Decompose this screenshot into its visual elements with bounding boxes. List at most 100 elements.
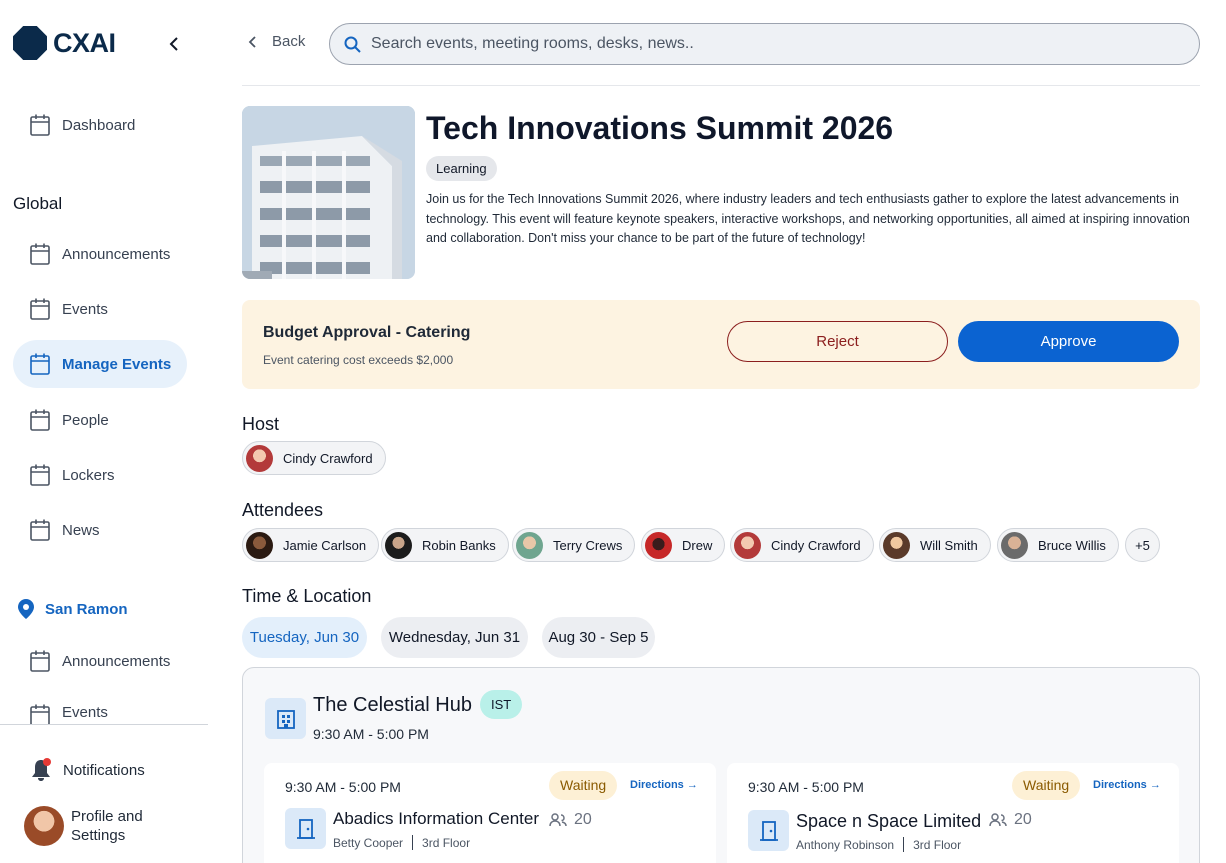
avatar xyxy=(734,531,761,559)
event-image xyxy=(242,106,415,279)
back-button[interactable]: Back xyxy=(248,33,305,50)
attendee-name: Terry Crews xyxy=(553,537,623,553)
separator xyxy=(412,835,414,850)
capacity-count: 20 xyxy=(1014,811,1032,828)
collapse-sidebar-button[interactable] xyxy=(164,33,184,55)
calendar-icon xyxy=(30,650,50,672)
sidebar-item-label: Dashboard xyxy=(62,116,136,134)
sidebar-item-label: News xyxy=(62,521,100,539)
attendee-name: Bruce Willis xyxy=(1038,537,1106,553)
directions-link[interactable]: Directions → xyxy=(1093,779,1161,791)
sidebar-item-people[interactable]: People xyxy=(13,396,187,444)
avatar xyxy=(645,531,672,559)
people-icon xyxy=(549,813,567,827)
avatar xyxy=(385,531,412,559)
sidebar-item-announcements[interactable]: Announcements xyxy=(13,230,187,278)
directions-link[interactable]: Directions → xyxy=(630,779,698,791)
room-name: Abadics Information Center xyxy=(333,809,539,828)
section-global: Global xyxy=(13,194,63,213)
date-tab-range[interactable]: Aug 30 - Sep 5 xyxy=(542,617,655,658)
timezone-badge: IST xyxy=(480,690,523,719)
approve-button[interactable]: Approve xyxy=(958,321,1179,362)
avatar xyxy=(24,806,64,846)
capacity-count: 20 xyxy=(574,811,592,828)
venue-card: The Celestial Hub IST 9:30 AM - 5:00 PM … xyxy=(242,667,1200,863)
room-details: Betty Cooper 3rd Floor xyxy=(333,835,470,850)
approval-banner: Budget Approval - Catering Event caterin… xyxy=(242,300,1200,389)
profile-settings-button[interactable]: Profile and Settings xyxy=(24,806,161,846)
attendee-chip[interactable]: Cindy Crawford xyxy=(730,528,874,562)
more-attendees-count: +5 xyxy=(1135,537,1150,553)
sidebar-item-label: Events xyxy=(62,300,108,318)
notifications-label: Notifications xyxy=(63,761,145,779)
sidebar-item-label: People xyxy=(62,411,109,429)
building-icon xyxy=(265,698,306,739)
more-attendees-button[interactable]: +5 xyxy=(1125,528,1160,562)
room-contact: Betty Cooper xyxy=(333,835,404,850)
event-description: Join us for the Tech Innovations Summit … xyxy=(426,192,1190,245)
sidebar-divider xyxy=(0,724,208,725)
notifications-button[interactable]: Notifications xyxy=(30,758,145,782)
room-time: 9:30 AM - 5:00 PM xyxy=(285,779,401,795)
venue-time: 9:30 AM - 5:00 PM xyxy=(313,726,429,742)
status-badge: Waiting xyxy=(1012,771,1081,800)
sidebar-item-label: Announcements xyxy=(62,245,171,263)
attendee-name: Jamie Carlson xyxy=(283,537,367,553)
room-card[interactable]: 9:30 AM - 5:00 PM Waiting Directions → A… xyxy=(264,763,716,863)
date-tab-wednesday[interactable]: Wednesday, Jun 31 xyxy=(381,617,528,658)
avatar xyxy=(246,444,273,472)
room-capacity: 20 xyxy=(549,811,592,829)
sidebar-item-news[interactable]: News xyxy=(13,506,187,554)
date-tab-tuesday[interactable]: Tuesday, Jun 30 xyxy=(242,617,367,658)
attendee-name: Robin Banks xyxy=(422,537,496,553)
sidebar-item-label: Events xyxy=(62,704,108,721)
sidebar-item-location-announcements[interactable]: Announcements xyxy=(13,637,187,685)
calendar-icon xyxy=(30,464,50,486)
app-root: CXAI Dashboard Global Announcements Even… xyxy=(0,0,1226,863)
room-card[interactable]: 9:30 AM - 5:00 PM Waiting Directions → S… xyxy=(727,763,1179,863)
calendar-icon xyxy=(30,114,50,136)
time-location-heading: Time & Location xyxy=(242,586,372,606)
location-name: San Ramon xyxy=(45,600,128,618)
room-capacity: 20 xyxy=(989,811,1032,829)
attendee-chip[interactable]: Robin Banks xyxy=(381,528,509,562)
search-input[interactable] xyxy=(371,35,1151,53)
attendee-chip[interactable]: Jamie Carlson xyxy=(242,528,380,562)
host-chip[interactable]: Cindy Crawford xyxy=(242,441,386,475)
search-icon xyxy=(344,36,361,53)
search-bar[interactable] xyxy=(329,23,1200,65)
logo-icon xyxy=(13,26,47,60)
avatar xyxy=(1001,531,1028,559)
location-selector[interactable]: San Ramon xyxy=(17,598,128,620)
attendee-name: Cindy Crawford xyxy=(771,537,861,553)
chevron-left-icon xyxy=(169,37,178,51)
brand-logo[interactable]: CXAI xyxy=(13,26,116,60)
event-title: Tech Innovations Summit 2026 xyxy=(426,110,894,146)
calendar-icon xyxy=(30,298,50,320)
sidebar-item-manage-events[interactable]: Manage Events xyxy=(13,340,187,388)
sidebar-item-location-events[interactable]: Events xyxy=(13,692,187,724)
room-floor: 3rd Floor xyxy=(422,835,471,850)
avatar xyxy=(246,531,273,559)
avatar xyxy=(516,531,543,559)
calendar-icon xyxy=(30,704,50,724)
attendee-chip[interactable]: Bruce Willis xyxy=(997,528,1119,562)
sidebar-item-label: Announcements xyxy=(62,652,171,670)
room-details: Anthony Robinson 3rd Floor xyxy=(796,837,961,852)
chevron-left-icon xyxy=(248,35,256,48)
avatar xyxy=(883,531,910,559)
venue-name: The Celestial Hub xyxy=(313,694,472,716)
sidebar-item-label: Lockers xyxy=(62,466,115,484)
reject-button[interactable]: Reject xyxy=(727,321,948,362)
sidebar-item-events[interactable]: Events xyxy=(13,285,187,333)
attendee-name: Will Smith xyxy=(920,537,978,553)
door-icon xyxy=(285,808,326,849)
attendee-name: Drew xyxy=(682,537,713,553)
attendee-chip[interactable]: Drew xyxy=(641,528,726,562)
building-photo xyxy=(242,106,415,279)
attendee-chip[interactable]: Will Smith xyxy=(879,528,991,562)
sidebar-item-lockers[interactable]: Lockers xyxy=(13,451,187,499)
host-heading: Host xyxy=(242,414,280,434)
sidebar-item-dashboard[interactable]: Dashboard xyxy=(13,101,187,149)
attendee-chip[interactable]: Terry Crews xyxy=(512,528,636,562)
